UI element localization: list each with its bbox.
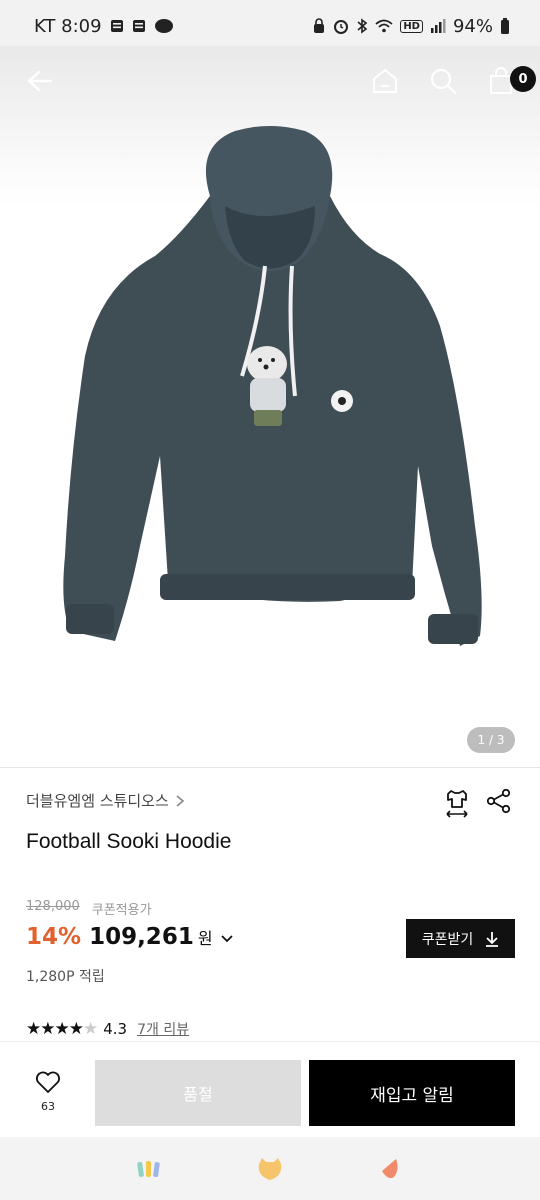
search-icon bbox=[430, 68, 457, 95]
review-link[interactable]: 7개 리뷰 bbox=[137, 1019, 189, 1039]
soldout-button: 품절 bbox=[95, 1060, 301, 1126]
product-title: Football Sooki Hoodie bbox=[26, 830, 232, 853]
carrier-time: KT 8:09 bbox=[34, 15, 102, 37]
bluetooth-icon bbox=[356, 18, 368, 34]
coupon-download-button[interactable]: 쿠폰받기 bbox=[406, 919, 515, 958]
cart-count-badge: 0 bbox=[510, 66, 536, 92]
wifi-icon bbox=[375, 19, 393, 33]
rating-stars: ★★★★★ bbox=[26, 1019, 98, 1039]
purchase-bar: 63 품절 재입고 알림 bbox=[0, 1041, 540, 1137]
chevron-down-icon bbox=[220, 935, 233, 943]
like-count: 63 bbox=[41, 1100, 55, 1113]
sale-price: 109,261 bbox=[89, 924, 194, 950]
rating-row: ★★★★★ 4.3 7개 리뷰 bbox=[26, 1019, 189, 1039]
bottom-nav-item-1[interactable] bbox=[130, 1149, 170, 1189]
original-price-row: 128,000 쿠폰적용가 bbox=[26, 899, 152, 918]
like-button[interactable]: 63 bbox=[26, 1070, 70, 1113]
battery-icon bbox=[500, 18, 510, 34]
currency-unit: 원 bbox=[197, 929, 213, 948]
price-row[interactable]: 14% 109,261 원 bbox=[26, 924, 233, 950]
bottom-nav bbox=[0, 1137, 540, 1200]
back-arrow-icon bbox=[27, 70, 53, 92]
cart-button[interactable]: 0 bbox=[484, 64, 536, 98]
top-nav: 0 bbox=[0, 46, 540, 116]
notification-icon bbox=[132, 19, 146, 33]
search-button[interactable] bbox=[426, 64, 460, 98]
coupon-button-label: 쿠폰받기 bbox=[421, 931, 474, 948]
download-icon bbox=[486, 931, 499, 947]
coupon-price-note: 쿠폰적용가 bbox=[91, 903, 152, 918]
home-button[interactable] bbox=[368, 64, 402, 98]
restock-alert-button[interactable]: 재입고 알림 bbox=[309, 1060, 515, 1126]
back-button[interactable] bbox=[22, 64, 56, 98]
lock-icon bbox=[312, 18, 326, 34]
heart-icon bbox=[36, 1071, 60, 1093]
product-image-hoodie bbox=[63, 126, 482, 646]
reward-points: 1,280P 적립 bbox=[26, 969, 105, 985]
bottom-nav-item-2[interactable] bbox=[250, 1149, 290, 1189]
status-bar: KT 8:09 HD 94% bbox=[0, 0, 540, 52]
bottom-nav-item-3[interactable] bbox=[370, 1149, 410, 1189]
image-pager: 1 / 3 bbox=[467, 727, 515, 753]
info-actions bbox=[444, 788, 512, 822]
app-nav-icon-2 bbox=[258, 1157, 282, 1180]
rating-value: 4.3 bbox=[103, 1020, 128, 1038]
share-button[interactable] bbox=[486, 788, 512, 822]
chat-icon bbox=[154, 18, 174, 34]
app-nav-icon-1 bbox=[137, 1160, 160, 1177]
share-icon bbox=[486, 788, 511, 814]
home-icon bbox=[373, 69, 397, 93]
brand-name: 더블유엠엠 스튜디오스 bbox=[26, 792, 169, 810]
brand-link[interactable]: 더블유엠엠 스튜디오스 bbox=[26, 790, 185, 811]
battery-percent: 94% bbox=[452, 15, 493, 37]
signal-icon bbox=[430, 19, 446, 33]
size-guide-button[interactable] bbox=[444, 788, 470, 822]
chevron-right-icon bbox=[176, 794, 185, 807]
original-price: 128,000 bbox=[26, 899, 80, 914]
hd-badge: HD bbox=[400, 19, 423, 33]
divider bbox=[0, 767, 540, 768]
alarm-icon bbox=[333, 18, 349, 34]
size-guide-icon bbox=[446, 790, 468, 818]
discount-rate: 14% bbox=[26, 924, 82, 950]
notification-icon bbox=[110, 19, 124, 33]
app-nav-icon-3 bbox=[382, 1158, 398, 1178]
